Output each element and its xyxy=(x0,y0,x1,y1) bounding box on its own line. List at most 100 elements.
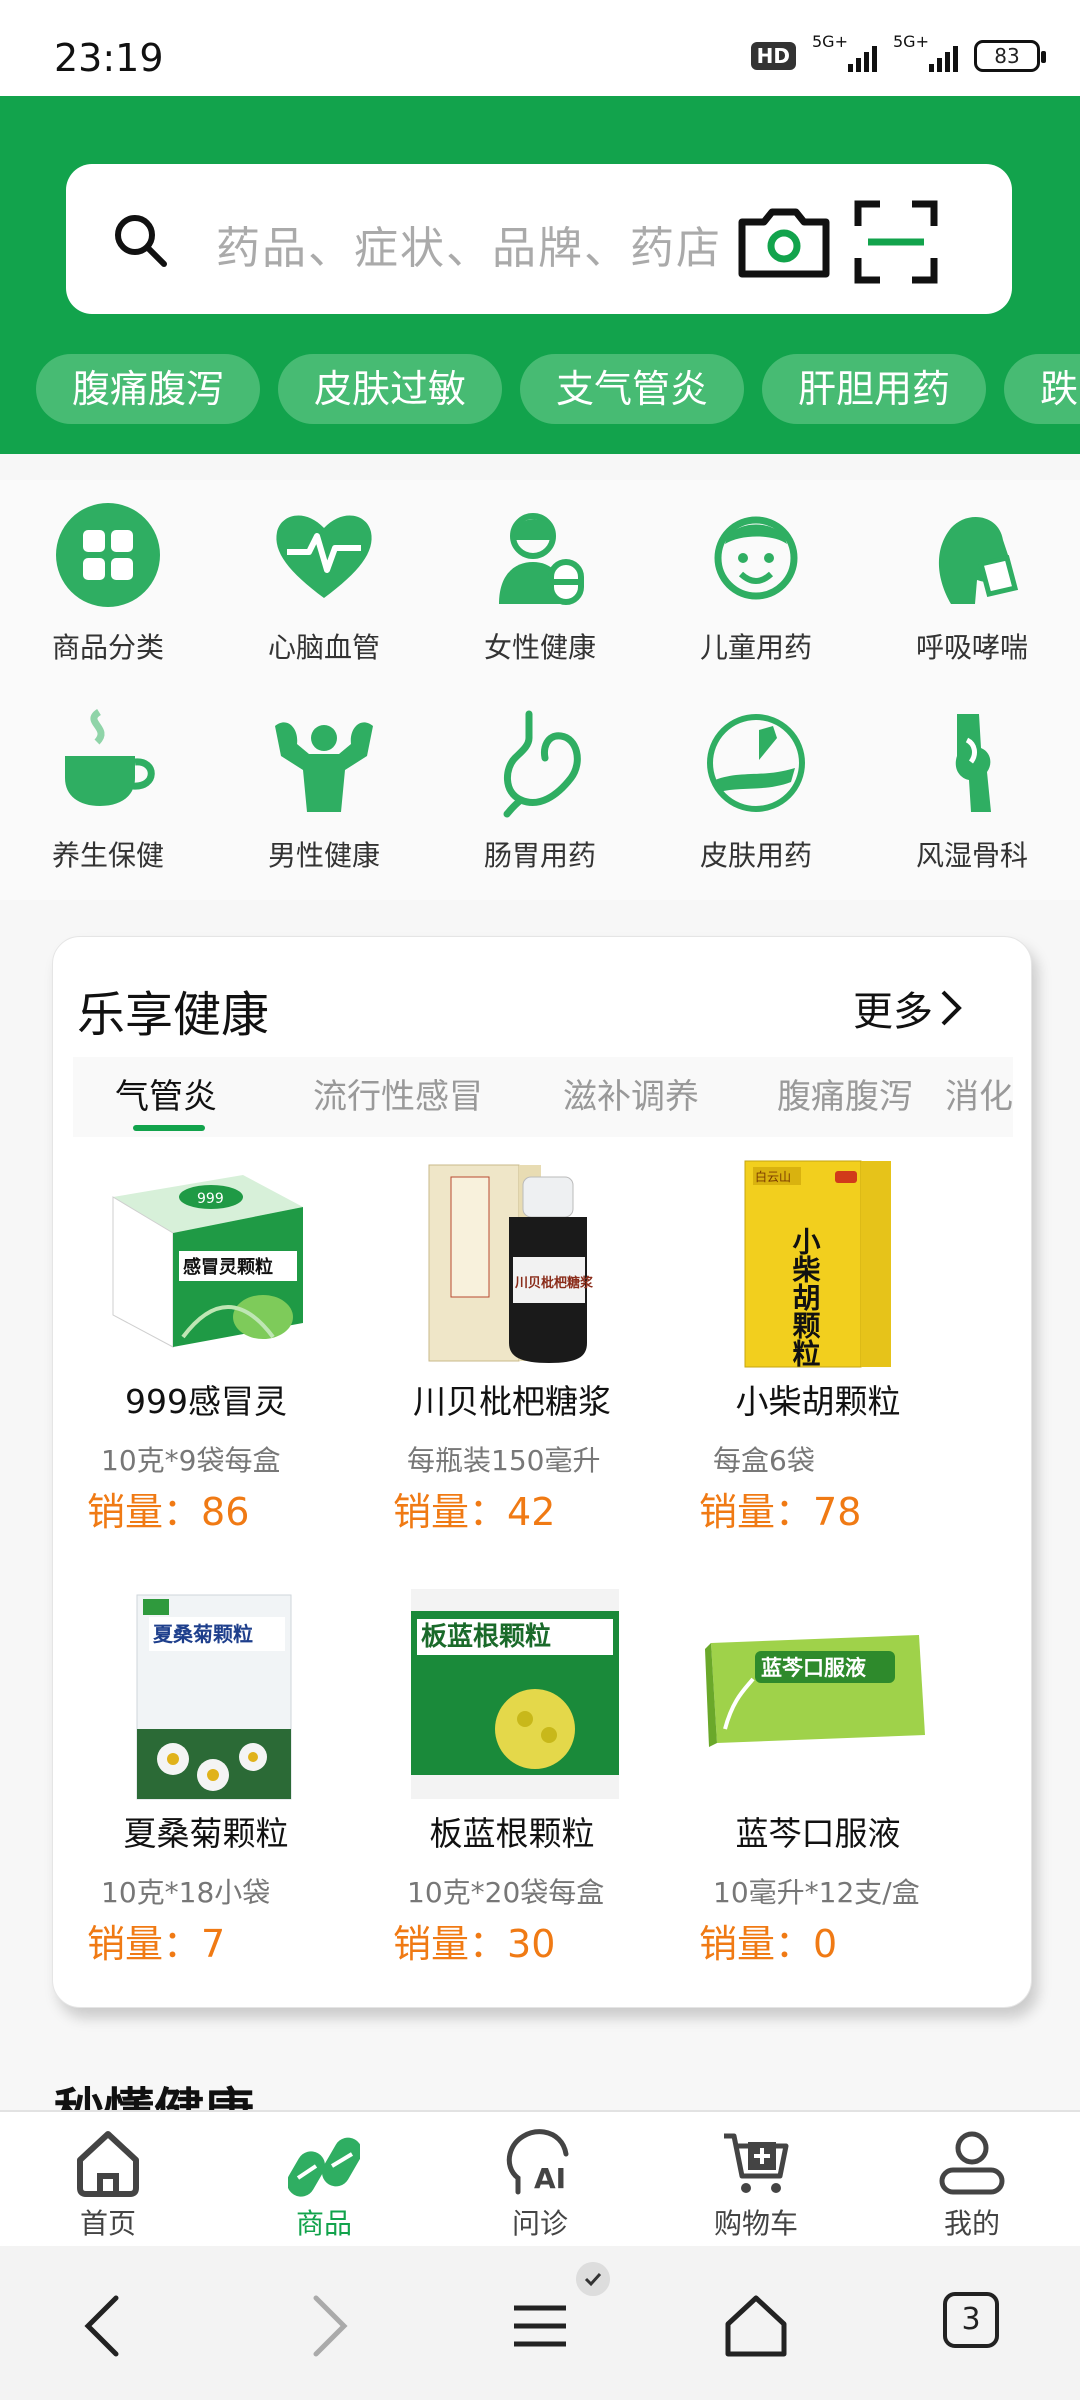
category-label: 商品分类 xyxy=(51,631,164,664)
symptom-chip[interactable]: 肝胆用药 xyxy=(762,354,987,424)
nav-cart[interactable]: 购物车 xyxy=(648,2126,864,2242)
search-input[interactable]: 药品、症状、品牌、药店 xyxy=(216,212,722,276)
network-type-label-2: 5G+ xyxy=(893,32,929,51)
chevron-right-icon xyxy=(941,990,962,1026)
nav-profile[interactable]: 我的 xyxy=(864,2126,1080,2242)
category-label: 养生保健 xyxy=(51,839,164,872)
product-card[interactable]: 999 感冒灵颗粒 999感冒灵 10克*9袋每盒 销量：86 xyxy=(53,1147,359,1567)
product-spec: 每瓶装150毫升 xyxy=(407,1444,601,1477)
category-item[interactable]: 呼吸哮喘 xyxy=(864,500,1080,666)
box-label-text: 蓝芩口服液 xyxy=(761,1656,866,1680)
heart-pulse-icon xyxy=(276,515,372,598)
symptom-chip[interactable]: 支气管炎 xyxy=(520,354,745,424)
category-item[interactable]: 肠胃用药 xyxy=(432,708,648,874)
more-link[interactable]: 更多 xyxy=(853,979,963,1037)
screen: 23:19 HD 5G+ 5G+ 83 药品、症状、品牌、药店 腹痛腹泻 皮肤过… xyxy=(0,0,1080,2400)
back-icon[interactable] xyxy=(66,2286,146,2366)
status-icons: HD 5G+ 5G+ 83 xyxy=(750,32,1046,72)
home-page-icon[interactable] xyxy=(716,2286,796,2366)
nav-products[interactable]: 商品 xyxy=(216,2126,432,2242)
muscle-man-icon xyxy=(275,722,373,812)
system-nav-bar xyxy=(0,2246,1080,2400)
condition-tabs: 气管炎 流行性感冒 滋补调养 腹痛腹泻 消化 xyxy=(73,1057,1013,1137)
network-type-label: 5G+ xyxy=(812,32,848,51)
product-image: 夏桑菊颗粒 xyxy=(136,1594,292,1800)
user-icon xyxy=(939,2131,1005,2195)
camera-icon[interactable] xyxy=(734,202,834,282)
product-image: 川贝枇杷糖浆 xyxy=(428,1164,594,1363)
product-sales: 销量：86 xyxy=(87,1490,250,1534)
product-name: 夏桑菊颗粒 xyxy=(123,1814,289,1853)
forward-icon[interactable] xyxy=(286,2286,366,2366)
nav-home[interactable]: 首页 xyxy=(0,2126,216,2242)
skin-icon xyxy=(707,714,805,812)
product-image: 白云山 小柴胡颗粒 xyxy=(744,1160,891,1368)
category-grid: 商品分类 心脑血管 女性健康 儿童用药 呼吸哮喘 养生保健 男性健康 肠胃用药 … xyxy=(0,480,1080,900)
child-icon xyxy=(714,516,798,600)
category-label: 男性健康 xyxy=(267,839,380,872)
pills-icon xyxy=(288,2137,360,2197)
product-card[interactable]: 蓝芩口服液 蓝芩口服液 10毫升*12支/盒 销量：0 xyxy=(665,1579,971,1999)
category-item[interactable]: 风湿骨科 xyxy=(864,708,1080,874)
product-card[interactable]: 夏桑菊颗粒 夏桑菊颗粒 10克*18小袋 销量：7 xyxy=(53,1579,359,1999)
category-item[interactable]: 商品分类 xyxy=(0,500,216,666)
status-time: 23:19 xyxy=(54,36,164,80)
grid-icon xyxy=(56,503,160,607)
product-card[interactable]: 板蓝根颗粒 板蓝根颗粒 10克*20袋每盒 销量：30 xyxy=(359,1579,665,1999)
product-sales: 销量：7 xyxy=(87,1922,226,1966)
search-bar[interactable]: 药品、症状、品牌、药店 xyxy=(66,164,1012,314)
stomach-icon xyxy=(503,710,581,818)
tab-count-button[interactable]: 3 xyxy=(943,2292,999,2348)
category-label: 肠胃用药 xyxy=(483,839,596,872)
symptom-chip[interactable]: 跌 xyxy=(1004,354,1080,424)
product-image: 蓝芩口服液 xyxy=(705,1635,925,1747)
signal-icon: 5G+ xyxy=(812,32,877,72)
symptom-chip[interactable]: 腹痛腹泻 xyxy=(36,354,261,424)
category-item[interactable]: 皮肤用药 xyxy=(648,708,864,874)
box-label-text: 小柴胡颗粒 xyxy=(789,1227,822,1367)
bottom-nav: 首页 商品 AI 问诊 购物车 我的 xyxy=(0,2110,1080,2246)
breathing-icon xyxy=(938,516,1019,604)
tab-tonic[interactable]: 滋补调养 xyxy=(563,1069,699,1118)
box-label-text: 板蓝根颗粒 xyxy=(421,1621,551,1652)
category-item[interactable]: 男性健康 xyxy=(216,708,432,874)
menu-icon[interactable] xyxy=(500,2286,580,2366)
joint-icon xyxy=(955,714,991,812)
product-name: 川贝枇杷糖浆 xyxy=(413,1382,611,1421)
tab-digestion[interactable]: 消化 xyxy=(945,1069,1013,1118)
box-label-text: 感冒灵颗粒 xyxy=(183,1256,273,1278)
category-label: 呼吸哮喘 xyxy=(915,631,1028,664)
scan-icon[interactable] xyxy=(854,200,938,284)
category-label: 儿童用药 xyxy=(699,631,812,664)
search-icon[interactable] xyxy=(110,210,170,270)
tab-diarrhea[interactable]: 腹痛腹泻 xyxy=(777,1069,913,1118)
symptom-chip-row: 腹痛腹泻 皮肤过敏 支气管炎 肝胆用药跌 xyxy=(36,354,1080,424)
category-item[interactable]: 心脑血管 xyxy=(216,500,432,666)
nav-label: 问诊 xyxy=(511,2207,568,2240)
product-spec: 10毫升*12支/盒 xyxy=(713,1876,920,1909)
category-label: 风湿骨科 xyxy=(915,839,1028,872)
nav-label: 购物车 xyxy=(713,2207,798,2240)
nav-consult[interactable]: AI 问诊 xyxy=(432,2126,648,2242)
header: 药品、症状、品牌、药店 腹痛腹泻 皮肤过敏 支气管炎 肝胆用药跌 xyxy=(0,96,1080,454)
product-sales: 销量：42 xyxy=(393,1490,556,1534)
product-sales: 销量：0 xyxy=(699,1922,838,1966)
box-label-text: 夏桑菊颗粒 xyxy=(153,1622,253,1646)
signal-icon-2: 5G+ xyxy=(893,32,958,72)
product-sales: 销量：78 xyxy=(699,1490,862,1534)
product-card[interactable]: 川贝枇杷糖浆 川贝枇杷糖浆 每瓶装150毫升 销量：42 xyxy=(359,1147,665,1567)
woman-icon xyxy=(499,513,584,605)
symptom-chip[interactable]: 皮肤过敏 xyxy=(278,354,503,424)
box-label-text: 川贝枇杷糖浆 xyxy=(514,1275,594,1291)
category-item[interactable]: 女性健康 xyxy=(432,500,648,666)
more-label: 更多 xyxy=(853,989,933,1035)
tab-bronchitis[interactable]: 气管炎 xyxy=(115,1069,217,1118)
section-title: 乐享健康 xyxy=(77,987,270,1043)
product-card[interactable]: 白云山 小柴胡颗粒 小柴胡颗粒 每盒6袋 销量：78 xyxy=(665,1147,971,1567)
category-item[interactable]: 养生保健 xyxy=(0,708,216,874)
category-item[interactable]: 儿童用药 xyxy=(648,500,864,666)
product-spec: 每盒6袋 xyxy=(713,1444,815,1477)
category-label: 皮肤用药 xyxy=(699,839,812,872)
tea-cup-icon xyxy=(65,709,155,806)
tab-flu[interactable]: 流行性感冒 xyxy=(313,1069,483,1118)
